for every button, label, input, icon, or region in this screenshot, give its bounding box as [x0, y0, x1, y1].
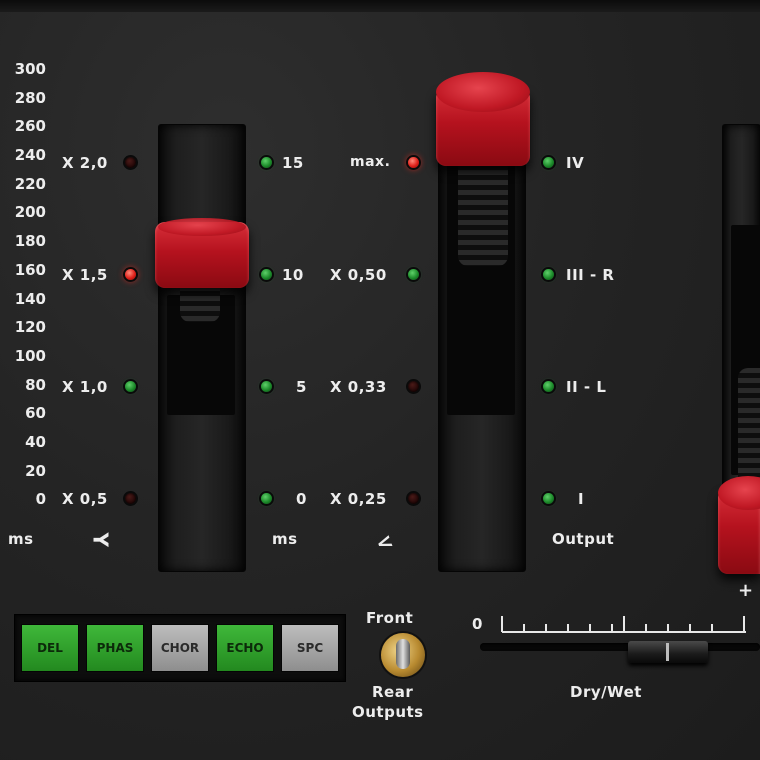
- effect-button-del[interactable]: DEL: [21, 624, 79, 672]
- time-led[interactable]: [261, 493, 272, 504]
- output-label: III - R: [566, 266, 615, 284]
- multiplier-label: X 2,0: [62, 154, 108, 172]
- output-led[interactable]: [543, 269, 554, 280]
- feedback-led[interactable]: [408, 493, 419, 504]
- output-label: I: [578, 490, 585, 508]
- delay-scale-label: 160: [14, 261, 46, 279]
- effect-button-label: ECHO: [226, 641, 264, 655]
- feedback-led[interactable]: [408, 157, 419, 168]
- multiplier-led[interactable]: [125, 493, 136, 504]
- slider-cap-top: [158, 218, 246, 236]
- time-led[interactable]: [261, 381, 272, 392]
- level-plus-label: +: [738, 580, 754, 601]
- device-panel: 300 280 260 240 220 200 180 160 140 120 …: [0, 0, 760, 760]
- time-label: 15: [282, 154, 304, 172]
- delay-slider-track[interactable]: [158, 124, 246, 572]
- delay-scale-label: 60: [25, 404, 46, 422]
- slider-cap-top: [436, 72, 530, 112]
- delay-scale-label: 80: [25, 376, 46, 394]
- output-led[interactable]: [543, 157, 554, 168]
- output-toggle-switch[interactable]: [381, 633, 425, 677]
- delay-scale-label: 300: [14, 60, 46, 78]
- delay-scale-label: 280: [14, 89, 46, 107]
- delay-scale-label: 180: [14, 232, 46, 250]
- effect-button-label: CHOR: [160, 641, 200, 655]
- mix-zero-label: 0: [472, 615, 483, 633]
- delay-scale-label: 40: [25, 433, 46, 451]
- feedback-led[interactable]: [408, 381, 419, 392]
- time-unit-label: ms: [272, 530, 298, 548]
- effect-button-chor[interactable]: CHOR: [151, 624, 209, 672]
- delay-scale-label: 200: [14, 203, 46, 221]
- multiplier-label: X 1,5: [62, 266, 108, 284]
- delay-scale-label: 0: [35, 490, 46, 508]
- mix-label: Dry/Wet: [570, 683, 642, 701]
- multiplier-led[interactable]: [125, 157, 136, 168]
- fader-indicator-line: [665, 643, 669, 661]
- output-led[interactable]: [543, 493, 554, 504]
- delay-scale-label: 100: [14, 347, 46, 365]
- delay-unit-label: ms: [8, 530, 34, 548]
- time-label: 0: [296, 490, 307, 508]
- delay-scale-label: 240: [14, 146, 46, 164]
- toggle-front-label: Front: [366, 609, 414, 627]
- effect-button-label: DEL: [37, 641, 63, 655]
- multiplier-label: X 0,5: [62, 490, 108, 508]
- toggle-lever: [396, 639, 410, 669]
- feedback-label: X 0,50: [330, 266, 387, 284]
- output-label: IV: [566, 154, 585, 172]
- multiplier-symbol: Y: [88, 532, 113, 548]
- delay-scale-label: 140: [14, 290, 46, 308]
- delay-scale-label: 220: [14, 175, 46, 193]
- toggle-rear-label: Rear: [372, 683, 414, 701]
- level-slider-stem: [738, 368, 760, 488]
- toggle-outputs-label: Outputs: [352, 703, 424, 721]
- time-led[interactable]: [261, 157, 272, 168]
- output-title: Output: [552, 530, 615, 548]
- feedback-label: X 0,25: [330, 490, 387, 508]
- time-led[interactable]: [261, 269, 272, 280]
- mix-scale: [501, 616, 746, 633]
- output-label: II - L: [566, 378, 607, 396]
- delay-scale-label: 120: [14, 318, 46, 336]
- effect-button-spc[interactable]: SPC: [281, 624, 339, 672]
- feedback-label: max.: [350, 154, 391, 170]
- time-label: 5: [296, 378, 307, 396]
- feedback-label: X 0,33: [330, 378, 387, 396]
- time-label: 10: [282, 266, 304, 284]
- feedback-slider-stem: [458, 160, 508, 266]
- mix-fader-track[interactable]: [480, 643, 760, 651]
- multiplier-led[interactable]: [125, 381, 136, 392]
- feedback-led[interactable]: [408, 269, 419, 280]
- multiplier-label: X 1,0: [62, 378, 108, 396]
- output-led[interactable]: [543, 381, 554, 392]
- delay-scale-label: 260: [14, 117, 46, 135]
- effect-button-echo[interactable]: ECHO: [216, 624, 274, 672]
- effect-button-label: PHAS: [96, 641, 134, 655]
- mix-fader-handle[interactable]: [627, 641, 708, 663]
- effect-button-phas[interactable]: PHAS: [86, 624, 144, 672]
- delay-scale-label: 20: [25, 462, 46, 480]
- feedback-symbol: <: [372, 527, 397, 557]
- effect-button-label: SPC: [296, 641, 324, 655]
- multiplier-led[interactable]: [125, 269, 136, 280]
